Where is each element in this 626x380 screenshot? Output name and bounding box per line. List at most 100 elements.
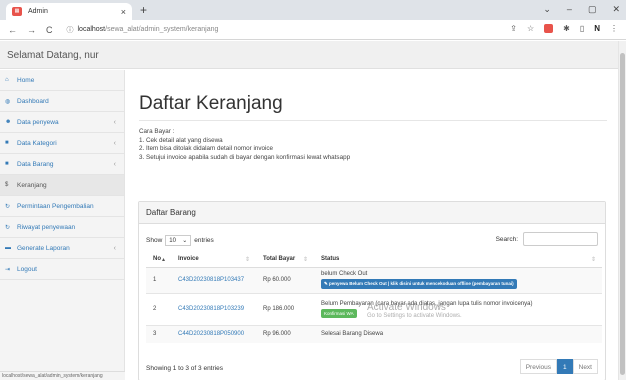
- back-icon[interactable]: ←: [8, 25, 17, 35]
- instructions-heading: Cara Bayar :: [139, 128, 175, 135]
- sort-icon: ⇕: [302, 257, 308, 264]
- cart-table: No ▴ Invoice ⇕ Total Bayar ⇕ Status ⇕ 1 C43D…: [146, 252, 602, 343]
- sidepanel-icon[interactable]: ▯: [580, 24, 584, 33]
- table-header-row: No ▴ Invoice ⇕ Total Bayar ⇕ Status ⇕: [146, 252, 602, 268]
- cell-no: 2: [146, 292, 171, 325]
- browser-tabstrip: ▦ Admin × + ⌄ – ▢ ✕: [0, 0, 626, 20]
- panel-title: Daftar Barang: [139, 202, 605, 224]
- status-bar-url: localhost/sewa_alat/admin_system/keranja…: [0, 371, 125, 380]
- watermark-subtitle: Go to Settings to activate Windows.: [367, 313, 462, 319]
- users-icon: ☻: [5, 119, 12, 125]
- table-info: Showing 1 to 3 of 3 entries: [146, 365, 223, 372]
- sort-icon: ⇕: [244, 257, 250, 264]
- entries-select[interactable]: 10 ⌄: [165, 235, 192, 246]
- daftar-barang-panel: Daftar Barang Show 10 ⌄ entries Search: N…: [138, 201, 606, 380]
- entries-control: Show 10 ⌄ entries: [146, 235, 214, 246]
- previous-page-button[interactable]: Previous: [519, 359, 557, 374]
- list-icon: ■: [5, 161, 9, 167]
- show-label: Show: [146, 237, 163, 244]
- instruction-line: 3. Setujui invoice apabila sudah di baya…: [139, 153, 351, 161]
- sidebar-item-label: Data Barang: [17, 160, 54, 168]
- pagination: Previous 1 Next: [519, 359, 598, 374]
- sort-asc-icon: ▴: [161, 257, 165, 264]
- sort-icon: ⇕: [590, 257, 596, 264]
- menu-kebab-icon[interactable]: ⋮: [610, 24, 618, 33]
- sidebar: ⌂ Home ◍ Dashboard ☻ Data penyewa ‹ ■ Data Ka…: [0, 70, 125, 380]
- close-window-button[interactable]: ✕: [612, 4, 620, 15]
- share-icon[interactable]: ⇪: [510, 24, 517, 33]
- profile-icon[interactable]: N: [594, 24, 600, 33]
- payment-instructions: Cara Bayar : 1. Cek detail alat yang dis…: [139, 128, 350, 162]
- invoice-link[interactable]: C43D20230818P103437: [171, 266, 256, 293]
- entries-value: 10: [169, 237, 176, 244]
- page-scrollbar[interactable]: [618, 41, 626, 380]
- column-header-label: No: [153, 256, 161, 263]
- konfirmasi-wa-button[interactable]: Konfirmasi WA: [321, 308, 357, 318]
- minimize-button[interactable]: –: [567, 4, 572, 15]
- refresh-icon: ↻: [5, 224, 11, 231]
- tab-title: Admin: [28, 8, 48, 15]
- page-1-button[interactable]: 1: [557, 359, 573, 374]
- sidebar-item-data-penyewa[interactable]: ☻ Data penyewa ‹: [0, 112, 124, 133]
- chevron-left-icon: ‹: [113, 118, 116, 126]
- maximize-button[interactable]: ▢: [588, 4, 597, 15]
- sidebar-item-data-kategori[interactable]: ■ Data Kategori ‹: [0, 133, 124, 154]
- close-tab-icon[interactable]: ×: [121, 7, 126, 17]
- chevron-down-icon: ⌄: [182, 238, 188, 244]
- forward-icon[interactable]: →: [27, 25, 36, 35]
- sidebar-item-label: Generate Laporan: [17, 244, 70, 252]
- sidebar-item-keranjang[interactable]: $ Keranjang: [0, 175, 124, 196]
- tab-search-icon[interactable]: ⌄: [543, 4, 551, 15]
- search-input[interactable]: [523, 232, 598, 246]
- extensions-puzzle-icon[interactable]: ✱: [563, 24, 570, 33]
- welcome-text: Selamat Datang, nur: [7, 50, 99, 61]
- bookmark-star-icon[interactable]: ☆: [527, 24, 534, 33]
- column-header-no[interactable]: No ▴: [146, 252, 171, 268]
- browser-tab[interactable]: ▦ Admin ×: [6, 3, 132, 20]
- offline-checkout-button[interactable]: ✎ penyewa Belum Check Out | klik disini …: [321, 279, 517, 289]
- refresh-icon: ↻: [5, 203, 11, 210]
- invoice-link[interactable]: C44D20230818P050900: [171, 324, 256, 343]
- favicon-icon: ▦: [12, 7, 22, 16]
- logout-icon: ⇥: [5, 266, 11, 273]
- sidebar-item-riwayat-penyewaan[interactable]: ↻ Riwayat penyewaan: [0, 217, 124, 238]
- sidebar-item-dashboard[interactable]: ◍ Dashboard: [0, 91, 124, 112]
- site-info-icon[interactable]: ⓘ: [67, 25, 74, 35]
- sidebar-item-permintaan-pengembalian[interactable]: ↻ Permintaan Pengembalian: [0, 196, 124, 217]
- page-title: Daftar Keranjang: [139, 93, 283, 114]
- sidebar-item-data-barang[interactable]: ■ Data Barang ‹: [0, 154, 124, 175]
- column-header-label: Total Bayar: [263, 256, 296, 263]
- next-page-button[interactable]: Next: [572, 359, 598, 374]
- status-text: belum Check Out: [321, 271, 368, 277]
- cell-status: Selesai Barang Disewa: [314, 324, 602, 343]
- cell-total: Rp 96.000: [256, 324, 314, 343]
- sidebar-item-label: Data Kategori: [17, 139, 57, 147]
- column-header-label: Status: [321, 256, 340, 263]
- address-bar: ← → C ⓘ localhost/sewa_alat/admin_system…: [0, 20, 626, 40]
- sidebar-item-label: Riwayat penyewaan: [17, 223, 76, 231]
- column-header-invoice[interactable]: Invoice ⇕: [171, 252, 256, 268]
- scrollbar-thumb[interactable]: [620, 53, 625, 375]
- extension-icon[interactable]: [544, 24, 554, 33]
- sidebar-item-logout[interactable]: ⇥ Logout: [0, 259, 124, 280]
- url-field[interactable]: ⓘ localhost/sewa_alat/admin_system/keran…: [67, 25, 219, 35]
- sidebar-item-label: Data penyewa: [17, 118, 59, 126]
- new-tab-button[interactable]: +: [140, 3, 147, 17]
- sidebar-item-label: Dashboard: [17, 97, 49, 105]
- sidebar-item-generate-laporan[interactable]: ▬ Generate Laporan ‹: [0, 238, 124, 259]
- cell-status: belum Check Out ✎ penyewa Belum Check Ou…: [314, 266, 602, 293]
- column-header-status[interactable]: Status ⇕: [314, 252, 602, 268]
- table-row: 3 C44D20230818P050900 Rp 96.000 Selesai …: [146, 324, 602, 343]
- invoice-link[interactable]: C43D20230818P103239: [171, 292, 256, 325]
- list-icon: ■: [5, 140, 9, 146]
- sidebar-item-label: Home: [17, 76, 35, 84]
- reload-icon[interactable]: C: [46, 25, 53, 35]
- chart-icon: ▬: [5, 245, 11, 251]
- sidebar-item-home[interactable]: ⌂ Home: [0, 70, 124, 91]
- entries-label: entries: [194, 237, 214, 244]
- window-controls: ⌄ – ▢ ✕: [543, 4, 620, 15]
- cell-no: 3: [146, 324, 171, 343]
- url-path: /sewa_alat/admin_system/keranjang: [105, 26, 219, 33]
- url-host: localhost: [77, 26, 106, 33]
- column-header-total[interactable]: Total Bayar ⇕: [256, 252, 314, 268]
